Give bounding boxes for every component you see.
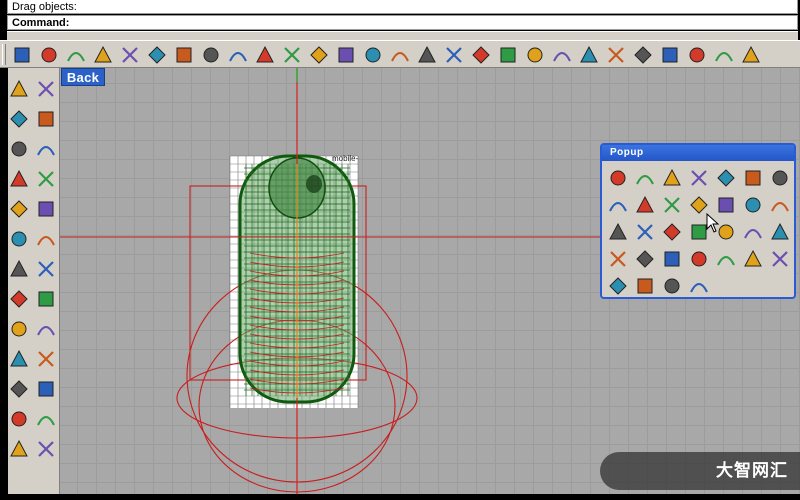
- ellipse-icon[interactable]: [35, 138, 57, 160]
- surface-icon[interactable]: [661, 221, 683, 243]
- layer-icon[interactable]: [632, 44, 654, 66]
- mouse-cursor-icon: [706, 213, 720, 233]
- transform-icon[interactable]: [8, 288, 30, 310]
- arc-icon[interactable]: [8, 168, 30, 190]
- trim-icon[interactable]: [35, 318, 57, 340]
- explode-icon[interactable]: [607, 194, 629, 216]
- color-wheel-icon[interactable]: [659, 44, 681, 66]
- render-icon[interactable]: [740, 44, 762, 66]
- solid-icon[interactable]: [742, 194, 764, 216]
- print-icon[interactable]: [92, 44, 114, 66]
- command-area: Drag objects: Command:: [0, 0, 800, 40]
- reference-image-label: mobile-: [332, 154, 359, 163]
- extrude-icon[interactable]: [634, 248, 656, 270]
- curve-icon[interactable]: [35, 108, 57, 130]
- pan-icon[interactable]: [254, 44, 276, 66]
- back-button[interactable]: Back: [61, 68, 105, 86]
- circle-icon[interactable]: [8, 138, 30, 160]
- loft-icon[interactable]: [742, 221, 764, 243]
- zoom-icon[interactable]: [308, 44, 330, 66]
- lock-icon[interactable]: [605, 44, 627, 66]
- clipboard-icon[interactable]: [200, 44, 222, 66]
- four-viewports-icon[interactable]: [443, 44, 465, 66]
- blend-icon[interactable]: [607, 275, 629, 297]
- sweep-icon[interactable]: [769, 194, 791, 216]
- points-icon[interactable]: [551, 44, 573, 66]
- group-icon[interactable]: [35, 408, 57, 430]
- zoom-window-icon[interactable]: [335, 44, 357, 66]
- command-separator: [7, 31, 798, 40]
- fillet-icon[interactable]: [8, 348, 30, 370]
- copy-icon[interactable]: [119, 44, 141, 66]
- merge-icon[interactable]: [661, 275, 683, 297]
- rotate-icon[interactable]: [281, 44, 303, 66]
- analyze-icon[interactable]: [35, 438, 57, 460]
- zoom-icon[interactable]: [688, 167, 710, 189]
- new-icon[interactable]: [11, 44, 33, 66]
- paste-icon[interactable]: [173, 44, 195, 66]
- array-icon[interactable]: [8, 408, 30, 430]
- snap-icon[interactable]: [524, 44, 546, 66]
- rectangle-icon[interactable]: [35, 168, 57, 190]
- light-icon[interactable]: [578, 44, 600, 66]
- explode-icon[interactable]: [35, 288, 57, 310]
- sphere-icon[interactable]: [742, 167, 764, 189]
- text-icon[interactable]: [8, 378, 30, 400]
- sweep-icon[interactable]: [35, 258, 57, 280]
- match-icon[interactable]: [634, 275, 656, 297]
- curve-icon[interactable]: [661, 194, 683, 216]
- sweep2-icon[interactable]: [769, 221, 791, 243]
- arc-icon[interactable]: [661, 167, 683, 189]
- lightning-icon[interactable]: [634, 194, 656, 216]
- network-icon[interactable]: [688, 248, 710, 270]
- command-history-line: Drag objects:: [7, 0, 798, 14]
- left-toolbar: [8, 68, 60, 494]
- rail-icon[interactable]: [661, 248, 683, 270]
- window-edge: [0, 68, 8, 500]
- polygon-icon[interactable]: [8, 198, 30, 220]
- grid-sphere-icon[interactable]: [715, 167, 737, 189]
- command-input[interactable]: Command:: [7, 15, 798, 30]
- main-toolbar: [0, 40, 800, 68]
- cube-icon[interactable]: [742, 248, 764, 270]
- toolbar-grip[interactable]: [2, 44, 6, 65]
- dimension-icon[interactable]: [35, 378, 57, 400]
- watermark: 大智网汇: [600, 452, 800, 490]
- offset-icon[interactable]: [35, 348, 57, 370]
- car-icon[interactable]: [470, 44, 492, 66]
- sphere-shaded-icon[interactable]: [713, 44, 735, 66]
- boolean-icon[interactable]: [8, 318, 30, 340]
- zoom-selected-icon[interactable]: [389, 44, 411, 66]
- open-icon[interactable]: [38, 44, 60, 66]
- box-icon[interactable]: [8, 228, 30, 250]
- redo-view-icon[interactable]: [416, 44, 438, 66]
- polyline-icon[interactable]: [8, 108, 30, 130]
- surface-icon[interactable]: [35, 228, 57, 250]
- block-icon[interactable]: [8, 438, 30, 460]
- point-icon[interactable]: [35, 78, 57, 100]
- popup-title[interactable]: Popup: [602, 145, 794, 161]
- flatten-icon[interactable]: [769, 248, 791, 270]
- grid-icon[interactable]: [497, 44, 519, 66]
- window-edge-bottom: [0, 494, 800, 500]
- sphere-wire-icon[interactable]: [686, 44, 708, 66]
- popup-toolbar: Popup: [600, 143, 796, 299]
- save-icon[interactable]: [65, 44, 87, 66]
- cut-icon[interactable]: [146, 44, 168, 66]
- spline-icon[interactable]: [35, 198, 57, 220]
- spiral-icon[interactable]: [688, 275, 710, 297]
- split-icon[interactable]: [715, 248, 737, 270]
- rect-icon[interactable]: [634, 167, 656, 189]
- revolve-icon[interactable]: [607, 248, 629, 270]
- zoom-extents-icon[interactable]: [362, 44, 384, 66]
- color-wheel-icon[interactable]: [769, 167, 791, 189]
- undo-icon[interactable]: [227, 44, 249, 66]
- points-icon[interactable]: [607, 221, 629, 243]
- solid-icon[interactable]: [8, 258, 30, 280]
- diamond-icon[interactable]: [634, 221, 656, 243]
- light-icon[interactable]: [607, 167, 629, 189]
- select-icon[interactable]: [8, 78, 30, 100]
